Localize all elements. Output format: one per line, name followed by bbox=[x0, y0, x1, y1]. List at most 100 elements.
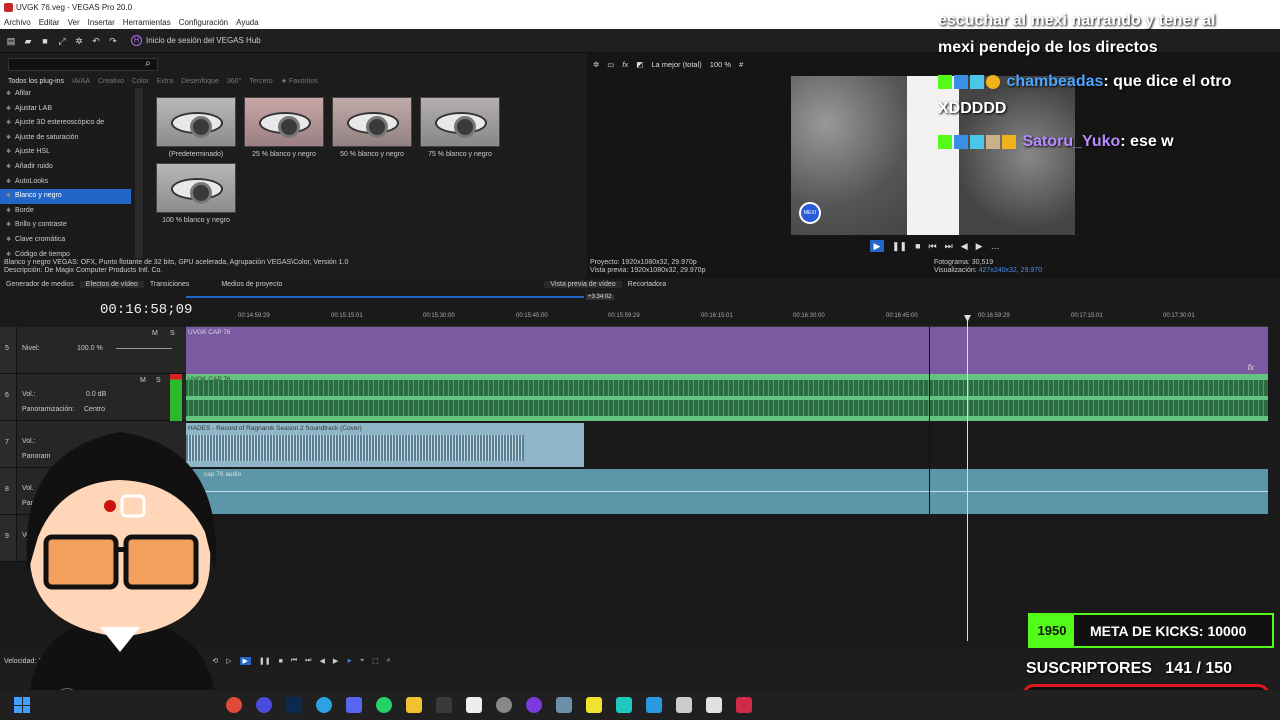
overlays-grid-icon[interactable]: # bbox=[739, 60, 743, 69]
app-icon[interactable] bbox=[736, 697, 752, 713]
tab-video-preview[interactable]: Vista previa de vídeo bbox=[544, 280, 622, 288]
split-screen-icon[interactable]: ◩ bbox=[636, 60, 643, 69]
file-explorer-icon[interactable] bbox=[406, 697, 422, 713]
menu-herramientas[interactable]: Herramientas bbox=[119, 18, 175, 27]
track-header[interactable]: 5 M S Nivel: 100.0 % bbox=[0, 327, 186, 374]
preview-settings-icon[interactable]: ✲ bbox=[593, 60, 599, 69]
prev-marker-icon[interactable]: ◀ bbox=[961, 241, 968, 252]
tab-tercero[interactable]: Tercero bbox=[249, 78, 272, 85]
preset-thumbnail[interactable] bbox=[244, 97, 324, 147]
mute-button[interactable]: M bbox=[152, 330, 158, 337]
discord-icon[interactable] bbox=[346, 697, 362, 713]
plugin-item[interactable]: Borde bbox=[0, 204, 145, 219]
audio-clip[interactable]: cap 76 audio bbox=[186, 469, 1268, 514]
open-folder-icon[interactable]: ▰ bbox=[23, 36, 33, 46]
telegram-icon[interactable] bbox=[316, 697, 332, 713]
tab-ia-aa[interactable]: IA/AA bbox=[72, 78, 90, 85]
tab-transitions[interactable]: Transiciones bbox=[144, 281, 195, 288]
audio-clip[interactable]: UVGK CAP 76 bbox=[186, 374, 1268, 421]
plugin-item[interactable]: AutoLooks bbox=[0, 175, 145, 190]
app-icon[interactable] bbox=[556, 697, 572, 713]
chrome-icon[interactable] bbox=[226, 697, 242, 713]
search-icon[interactable]: ⌕ bbox=[145, 58, 157, 70]
playhead[interactable] bbox=[967, 316, 968, 641]
tab-desenfoque[interactable]: Desenfoque bbox=[181, 78, 219, 85]
plugin-item[interactable]: Añadir ruido bbox=[0, 160, 145, 175]
stop-icon[interactable]: ■ bbox=[915, 241, 920, 251]
plugin-list-scrollbar[interactable] bbox=[135, 88, 143, 258]
app-icon[interactable] bbox=[706, 697, 722, 713]
envelope-tool-icon[interactable]: ⌖ bbox=[360, 657, 364, 665]
normal-edit-tool-icon[interactable]: ➤ bbox=[346, 657, 352, 665]
app-icon[interactable] bbox=[526, 697, 542, 713]
prev-frame-icon[interactable]: ⏮ bbox=[929, 241, 937, 252]
preset-thumbnail[interactable] bbox=[156, 97, 236, 147]
plugin-item[interactable]: Ajuste de saturación bbox=[0, 131, 145, 146]
vegas-hub-login[interactable]: H Inicio de sesión del VEGAS Hub bbox=[131, 35, 261, 46]
external-monitor-icon[interactable]: ▭ bbox=[607, 60, 614, 69]
app-icon[interactable] bbox=[586, 697, 602, 713]
plugin-item[interactable]: Ajuste 3D estereoscópico de bbox=[0, 116, 145, 131]
new-project-icon[interactable]: ▤ bbox=[6, 36, 16, 46]
track-header[interactable]: 6 M S Vol.: 0.0 dB Panoramización: Centr… bbox=[0, 374, 186, 421]
tab-360[interactable]: 360° bbox=[227, 78, 241, 85]
more-options-icon[interactable]: … bbox=[991, 241, 1000, 251]
redo-icon[interactable]: ↷ bbox=[108, 36, 118, 46]
menu-ayuda[interactable]: Ayuda bbox=[232, 18, 263, 27]
menu-insertar[interactable]: Insertar bbox=[84, 18, 119, 27]
go-to-end-icon[interactable]: ⏭ bbox=[305, 657, 311, 665]
vegas-taskbar-icon[interactable] bbox=[256, 697, 272, 713]
solo-button[interactable]: S bbox=[170, 330, 175, 337]
app-icon[interactable] bbox=[466, 697, 482, 713]
plugin-search-input[interactable] bbox=[8, 58, 158, 71]
plugin-item[interactable]: Clave cromática bbox=[0, 233, 145, 248]
pause-icon[interactable]: ❚❚ bbox=[259, 657, 271, 665]
tab-video-fx[interactable]: Efectos de vídeo bbox=[79, 280, 144, 288]
settings-gear-icon[interactable]: ✲ bbox=[74, 36, 84, 46]
fx-icon[interactable]: fx bbox=[622, 60, 628, 69]
level-slider[interactable] bbox=[116, 348, 172, 349]
next-frame-icon[interactable]: ⏭ bbox=[945, 241, 953, 252]
tab-trimmer[interactable]: Recortadora bbox=[622, 281, 673, 288]
plugin-item[interactable]: Ajuste HSL bbox=[0, 145, 145, 160]
preset-thumbnail[interactable] bbox=[332, 97, 412, 147]
app-icon[interactable] bbox=[616, 697, 632, 713]
play-icon[interactable]: ▶ bbox=[239, 657, 251, 665]
plugin-item[interactable]: Brillo y contraste bbox=[0, 218, 145, 233]
photoshop-icon[interactable] bbox=[286, 697, 302, 713]
go-to-start-icon[interactable]: ⏮ bbox=[291, 657, 297, 665]
app-icon[interactable] bbox=[676, 697, 692, 713]
next-frame-icon[interactable]: ▶ bbox=[333, 657, 338, 665]
menu-editar[interactable]: Editar bbox=[35, 18, 64, 27]
app-icon[interactable] bbox=[496, 697, 512, 713]
preset-thumbnail[interactable] bbox=[420, 97, 500, 147]
tab-all-plugins[interactable]: Todos los plug-ins bbox=[8, 78, 64, 85]
preview-zoom-dropdown[interactable]: 100 % bbox=[710, 60, 731, 69]
selection-tool-icon[interactable]: ⬚ bbox=[372, 657, 379, 665]
whatsapp-icon[interactable] bbox=[376, 697, 392, 713]
next-marker-icon[interactable]: ▶ bbox=[976, 241, 983, 252]
tab-creativo[interactable]: Creativo bbox=[98, 78, 124, 85]
music-clip[interactable]: HADES - Record of Ragnarok Season 2 Soun… bbox=[186, 423, 584, 467]
prev-frame-icon[interactable]: ◀ bbox=[319, 657, 324, 665]
menu-archivo[interactable]: Archivo bbox=[0, 18, 35, 27]
save-icon[interactable]: ■ bbox=[40, 36, 50, 46]
stop-icon[interactable]: ■ bbox=[279, 658, 283, 665]
tab-media-generator[interactable]: Generador de medios bbox=[0, 281, 80, 288]
play-icon[interactable]: ▶ bbox=[870, 240, 884, 252]
pause-icon[interactable]: ❚❚ bbox=[892, 241, 907, 252]
render-icon[interactable]: ⤢ bbox=[57, 36, 67, 46]
mute-button[interactable]: M bbox=[140, 377, 146, 384]
undo-icon[interactable]: ↶ bbox=[91, 36, 101, 46]
timeline-ruler[interactable]: 00:14:59:29 00:15:15:01 00:15:30:00 00:1… bbox=[186, 313, 1268, 327]
windows-start-icon[interactable] bbox=[14, 697, 30, 713]
menu-configuracion[interactable]: Configuración bbox=[175, 18, 232, 27]
video-clip[interactable]: UVGK CAP 76 fx bbox=[186, 327, 1268, 374]
solo-button[interactable]: S bbox=[156, 377, 161, 384]
menu-ver[interactable]: Ver bbox=[64, 18, 84, 27]
clip-fx-icon[interactable]: fx bbox=[1248, 363, 1254, 372]
plugin-item[interactable]: Código de tiempo bbox=[0, 248, 145, 259]
plugin-item-selected[interactable]: Blanco y negro bbox=[0, 189, 131, 204]
tab-favoritos[interactable]: ★ Favoritos bbox=[281, 77, 318, 85]
app-icon[interactable] bbox=[646, 697, 662, 713]
